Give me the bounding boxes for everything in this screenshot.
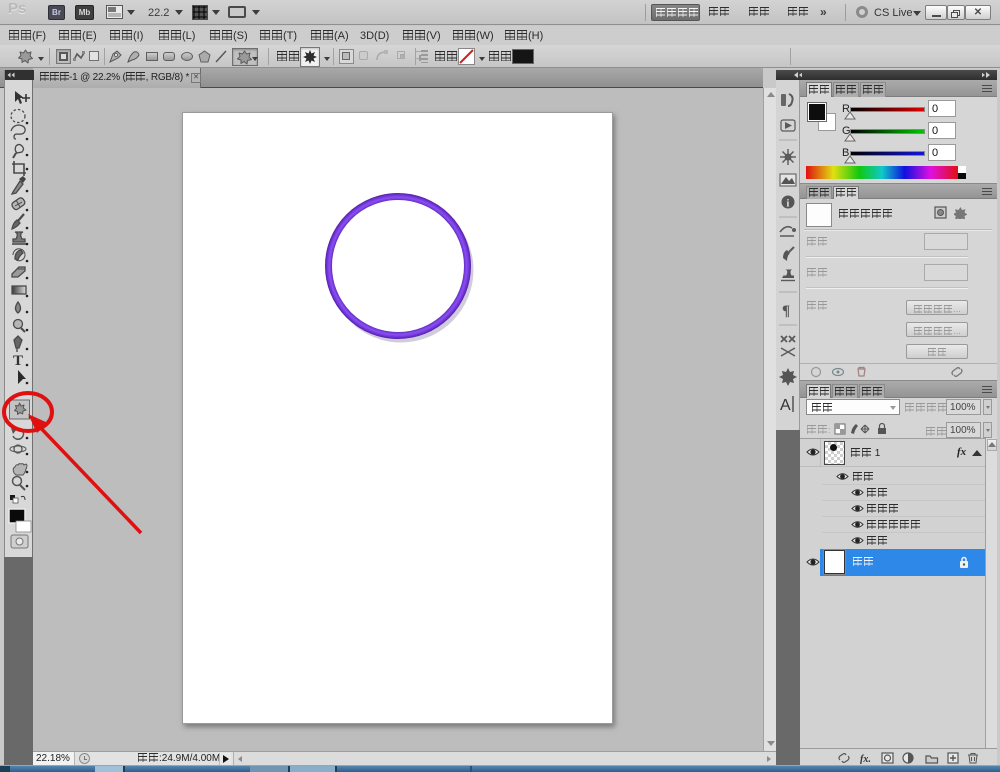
svg-text:T: T <box>13 353 23 369</box>
svg-text:¶: ¶ <box>782 303 790 319</box>
svg-text:i: i <box>787 199 790 210</box>
svg-text:A: A <box>780 397 791 414</box>
svg-text:fx.: fx. <box>860 754 871 764</box>
